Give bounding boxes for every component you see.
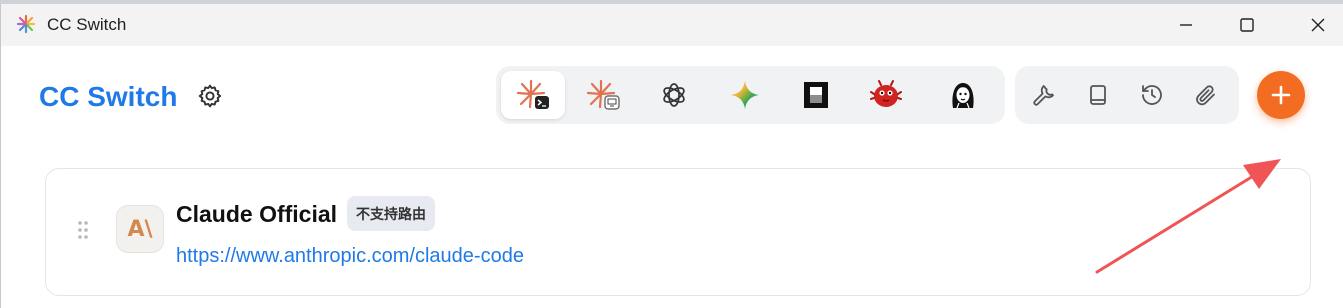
window-title: CC Switch [47, 15, 127, 34]
book-icon [1090, 85, 1106, 105]
maximize-icon [1240, 18, 1254, 32]
attach-button[interactable] [1186, 75, 1226, 115]
claude-desktop-icon [586, 79, 620, 110]
anthropic-logo-text: A\ [127, 216, 153, 242]
app-window: CC Switch CC Switch A\ Claude Official 不… [0, 4, 1343, 308]
provider-card[interactable]: A\ Claude Official 不支持路由 https://www.ant… [45, 168, 1311, 296]
tab-avatar-app[interactable] [931, 71, 995, 119]
main-content: CC Switch A\ Claude Official 不支持路由 https… [1, 46, 1343, 308]
history-icon [1142, 85, 1162, 105]
minimize-icon [1180, 24, 1192, 26]
wrench-icon [1033, 85, 1054, 106]
portrait-icon [952, 83, 974, 109]
app-logo-icon [16, 14, 36, 34]
gear-icon[interactable] [197, 83, 223, 109]
paperclip-icon [1196, 85, 1215, 106]
opencode-icon [804, 82, 828, 108]
close-button[interactable] [1295, 4, 1341, 46]
tab-claude-code[interactable] [501, 71, 565, 119]
red-mascot-icon [870, 80, 902, 107]
provider-name: Claude Official [176, 201, 338, 227]
title-bar: CC Switch [1, 4, 1343, 46]
minimize-button[interactable] [1163, 4, 1209, 46]
add-provider-button[interactable] [1257, 71, 1305, 119]
openai-icon [663, 83, 685, 107]
docs-button[interactable] [1078, 75, 1118, 115]
tab-openai[interactable] [642, 71, 706, 119]
tab-red-mascot[interactable] [854, 71, 918, 119]
tab-gemini[interactable] [713, 71, 777, 119]
tools-button[interactable] [1024, 75, 1064, 115]
claude-code-icon [516, 79, 549, 109]
gemini-icon [731, 81, 759, 109]
tab-opencode[interactable] [784, 71, 848, 119]
drag-handle-icon[interactable] [77, 219, 89, 241]
app-switcher [496, 66, 1005, 124]
close-icon [1311, 18, 1325, 32]
brand-title: CC Switch [39, 81, 178, 112]
tool-bar [1015, 66, 1239, 124]
status-badge: 不支持路由 [347, 196, 435, 231]
anthropic-logo-icon: A\ [116, 205, 164, 253]
maximize-button[interactable] [1224, 4, 1270, 46]
provider-url-link[interactable]: https://www.anthropic.com/claude-code [176, 245, 524, 268]
history-button[interactable] [1132, 75, 1172, 115]
tab-claude-desktop[interactable] [571, 71, 635, 119]
plus-icon [1271, 85, 1291, 105]
